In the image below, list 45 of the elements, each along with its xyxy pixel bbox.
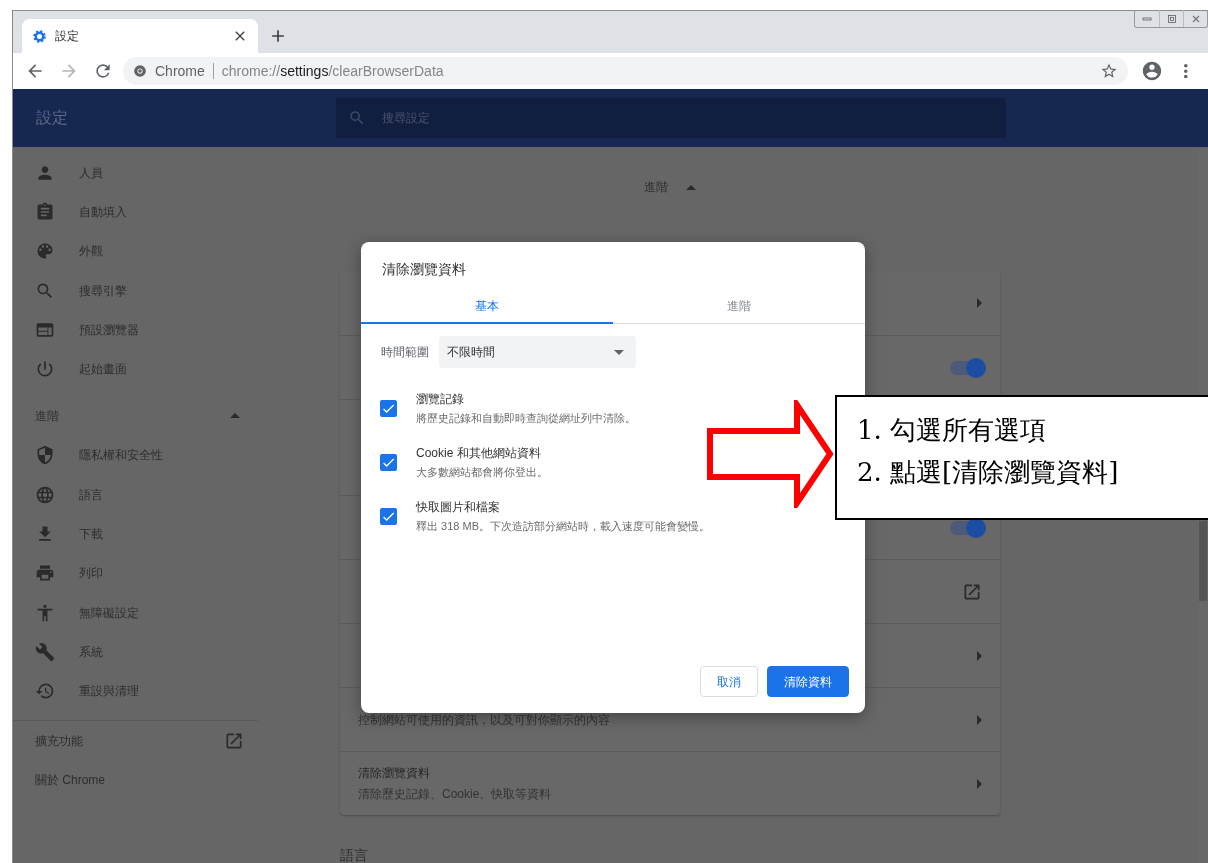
checkbox[interactable] — [380, 400, 397, 417]
maximize-icon — [1165, 12, 1178, 25]
dialog-tab[interactable]: 基本 — [361, 290, 613, 324]
bookmark-star-icon — [1100, 62, 1118, 80]
site-icon — [133, 64, 147, 78]
clipboard-icon — [35, 201, 55, 222]
checkbox[interactable] — [380, 454, 397, 471]
globe-icon — [35, 484, 55, 505]
search-icon — [348, 109, 366, 127]
gear-icon — [32, 28, 47, 44]
printer-icon — [35, 563, 55, 584]
option-description: 將歷史記錄和自動即時查詢從網址列中清除。 — [416, 411, 636, 426]
cancel-button[interactable]: 取消 — [700, 666, 758, 697]
chevron-icon — [977, 298, 982, 308]
dialog-title: 清除瀏覽資料 — [381, 260, 467, 279]
url-text: chrome://settings/clearBrowserData — [221, 61, 445, 81]
menu-icon — [1184, 63, 1188, 79]
option-title: 快取圖片和檔案 — [416, 499, 501, 516]
option-title: 瀏覽記錄 — [416, 391, 465, 408]
dialog-tab[interactable]: 進階 — [613, 290, 865, 324]
chevron-icon — [977, 778, 982, 789]
chevron-icon — [977, 714, 982, 725]
field-label: 時間範圍 — [381, 344, 429, 361]
wrench-icon — [35, 641, 55, 662]
shield-icon — [35, 445, 55, 466]
option-description: 釋出 318 MB。下次造訪部分網站時，載入速度可能會變慢。 — [416, 519, 710, 534]
site-label: Chrome — [155, 61, 205, 81]
instruction-step: 2. 點選[清除瀏覽資料] — [857, 451, 1208, 493]
address-bar[interactable]: Chrome chrome://settings/clearBrowserData — [123, 57, 1128, 85]
sidebar-item[interactable]: 下載 — [13, 514, 258, 554]
chevron-icon — [977, 650, 982, 661]
caret-icon — [614, 349, 624, 355]
option-description: 大多數網站都會將你登出。 — [416, 465, 548, 480]
reload-icon — [93, 61, 113, 81]
account-icon — [1141, 60, 1163, 82]
page-title: 設定 — [35, 108, 69, 128]
browser-tab[interactable]: 設定 — [22, 19, 258, 53]
tab-title: 設定 — [55, 28, 80, 45]
row-title: 清除瀏覽資料 — [358, 765, 431, 782]
checkbox[interactable] — [380, 508, 397, 525]
accessibility-icon — [35, 602, 55, 623]
instruction-step: 1. 勾選所有選項 — [857, 409, 1208, 451]
time-range-dropdown[interactable]: 不限時間 — [439, 336, 636, 368]
option-title: Cookie 和其他網站資料 — [416, 445, 542, 462]
clear-data-button[interactable]: 清除資料 — [767, 666, 849, 697]
